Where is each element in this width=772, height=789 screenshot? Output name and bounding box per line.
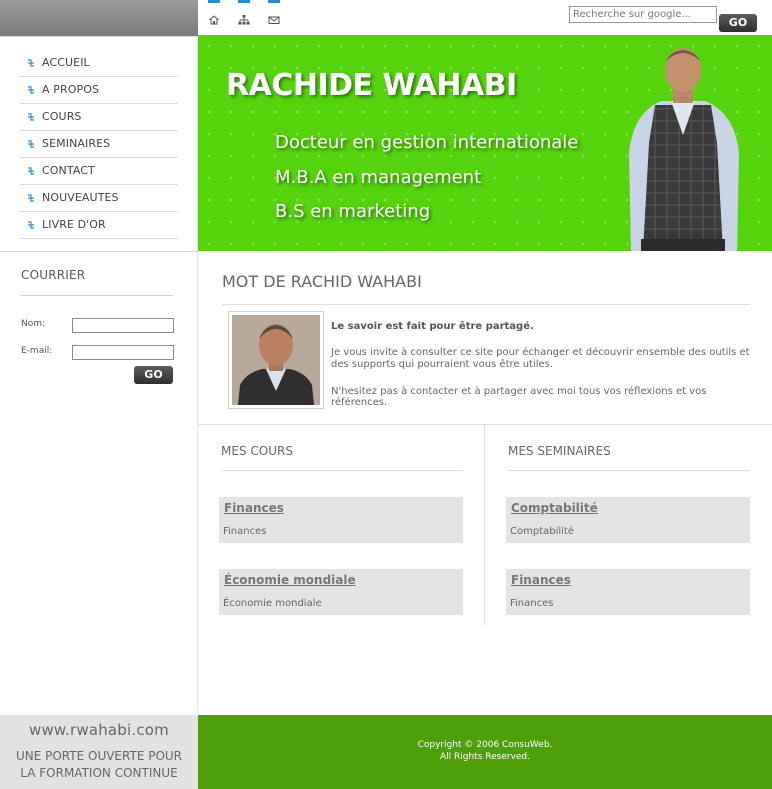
page-footer: Copyright © 2006 ConsuWeb. All Rights Re…	[198, 715, 772, 789]
nav-item-contact[interactable]: CONTACT	[20, 158, 178, 185]
nav-item-cours[interactable]: COURS	[20, 104, 178, 131]
arrow-bullet-icon	[28, 221, 34, 229]
name-label: Nom:	[21, 319, 46, 329]
nav-item-label: SEMINAIRES	[42, 137, 111, 150]
divider	[0, 36, 198, 37]
nav-item-a-propos[interactable]: A PROPOS	[20, 77, 178, 104]
banner-name: RACHIDE WAHABI	[226, 68, 517, 103]
top-bar: GO	[198, 0, 772, 35]
course-subtitle: Finances	[223, 526, 267, 537]
search-go-button[interactable]: GO	[719, 14, 757, 32]
courrier-title: COURRIER	[21, 268, 86, 282]
profile-photo	[228, 311, 324, 409]
arrow-bullet-icon	[28, 59, 34, 67]
course-link[interactable]: Économie mondiale	[224, 573, 356, 587]
logo-strip	[0, 0, 198, 36]
seminar-card: Finances Finances	[506, 569, 750, 615]
cours-title: MES COURS	[221, 444, 293, 458]
email-label: E-mail:	[21, 346, 53, 356]
arrow-bullet-icon	[28, 140, 34, 148]
nav-item-accueil[interactable]: ACCUEIL	[20, 50, 178, 77]
name-field[interactable]	[72, 318, 174, 333]
mot-headline: Le savoir est fait pour être partagé.	[331, 321, 534, 332]
nav-item-label: LIVRE D'OR	[42, 218, 106, 231]
arrow-bullet-icon	[28, 113, 34, 121]
mot-paragraph: N'hesitez pas à contacter et à partager …	[331, 386, 707, 408]
divider	[198, 424, 772, 425]
main-nav: ACCUEIL A PROPOS COURS SEMINAIRES CONTAC…	[20, 50, 178, 239]
email-field[interactable]	[72, 345, 174, 360]
rights-text: All Rights Reserved.	[439, 752, 531, 762]
nav-item-livre-dor[interactable]: LIVRE D'OR	[20, 212, 178, 239]
tab-marker	[208, 0, 220, 3]
divider	[508, 470, 750, 471]
arrow-bullet-icon	[28, 86, 34, 94]
divider	[21, 295, 173, 296]
mail-icon[interactable]	[268, 14, 280, 26]
search-input[interactable]	[569, 6, 717, 23]
tab-marker	[238, 0, 250, 3]
nav-item-label: COURS	[42, 110, 82, 123]
course-card: Finances Finances	[219, 497, 463, 543]
profile-portrait-image	[232, 315, 320, 405]
divider	[222, 304, 750, 305]
left-footer: www.rwahabi.com UNE PORTE OUVERTE POUR L…	[0, 715, 198, 789]
seminar-link[interactable]: Finances	[511, 573, 571, 587]
home-icon[interactable]	[208, 14, 220, 26]
mot-paragraph: Je vous invite à consulter ce site pour …	[331, 347, 750, 370]
divider	[0, 251, 198, 252]
credential-line: M.B.A en management	[275, 167, 482, 188]
nav-item-label: NOUVEAUTES	[42, 191, 119, 204]
mot-title: MOT DE RACHID WAHABI	[222, 272, 422, 291]
nav-item-label: ACCUEIL	[42, 56, 90, 69]
tab-marker	[268, 0, 280, 3]
sitemap-icon[interactable]	[238, 14, 250, 26]
seminar-card: Comptabilité Comptabilité	[506, 497, 750, 543]
arrow-bullet-icon	[28, 167, 34, 175]
nav-item-seminaires[interactable]: SEMINAIRES	[20, 131, 178, 158]
nav-item-label: A PROPOS	[42, 83, 100, 96]
portrait-photo	[629, 48, 739, 251]
hero-banner: RACHIDE WAHABI Docteur en gestion intern…	[198, 35, 772, 251]
course-card: Économie mondiale Économie mondiale	[219, 569, 463, 615]
courrier-go-button[interactable]: GO	[134, 366, 173, 384]
seminar-link[interactable]: Comptabilité	[511, 501, 598, 515]
seminaires-title: MES SEMINAIRES	[508, 444, 611, 458]
seminar-subtitle: Finances	[510, 598, 554, 609]
nav-item-nouveautes[interactable]: NOUVEAUTES	[20, 185, 178, 212]
course-subtitle: Économie mondiale	[223, 598, 322, 609]
tagline-line1: UNE PORTE OUVERTE POUR	[15, 749, 183, 763]
credential-line: B.S en marketing	[275, 201, 431, 222]
copyright-text: Copyright © 2006 ConsuWeb.	[417, 740, 553, 750]
course-link[interactable]: Finances	[224, 501, 284, 515]
seminar-subtitle: Comptabilité	[510, 526, 574, 537]
arrow-bullet-icon	[28, 194, 34, 202]
divider	[221, 470, 463, 471]
column-divider	[484, 425, 485, 625]
tagline-line2: LA FORMATION CONTINUE	[20, 766, 178, 780]
credential-line: Docteur en gestion internationale	[275, 132, 579, 153]
nav-item-label: CONTACT	[42, 164, 95, 177]
site-domain: www.rwahabi.com	[28, 721, 169, 739]
